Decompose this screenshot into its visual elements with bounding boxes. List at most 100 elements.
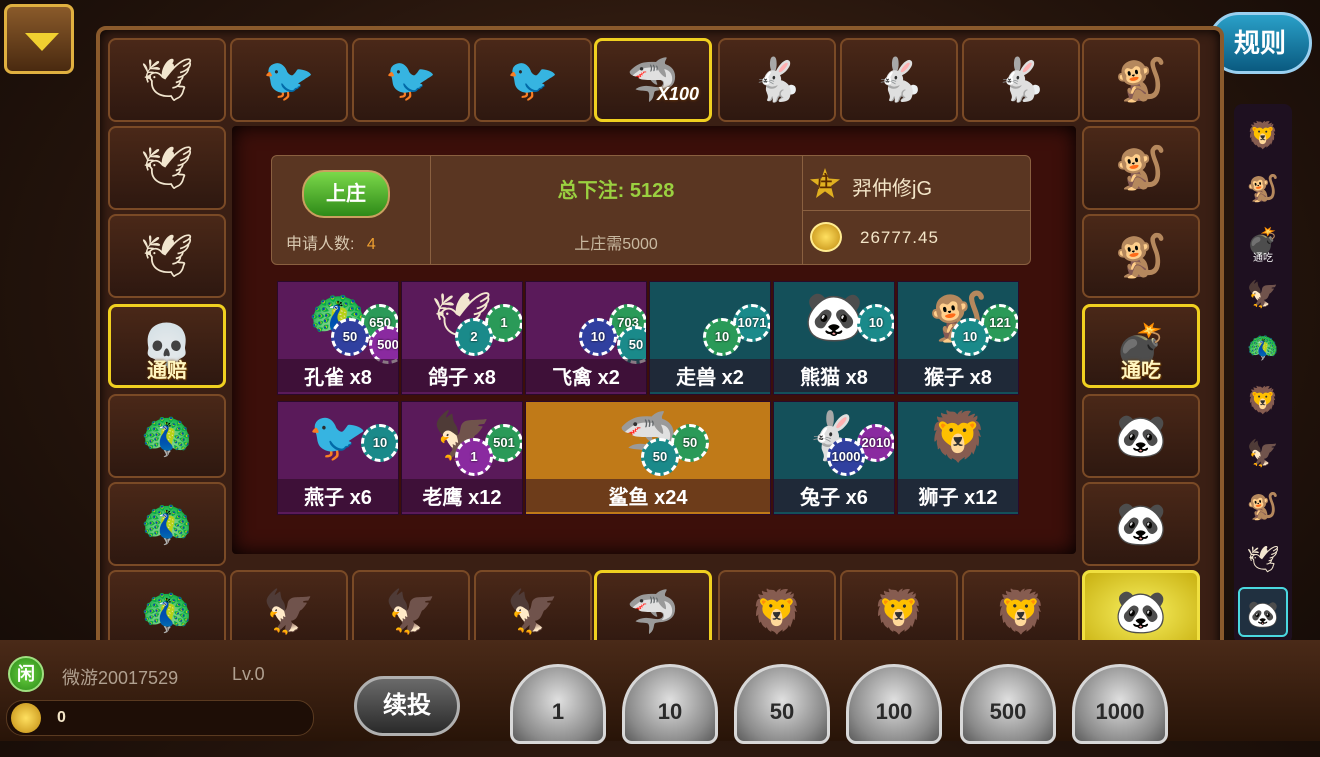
bet-tile-label: 飞禽 x2 bbox=[526, 359, 646, 392]
bet-chip: 2 bbox=[455, 318, 493, 356]
bet-tile[interactable]: 🦚 650 50 500 孔雀 x8 bbox=[277, 281, 399, 395]
ring-cell-swallow: 🐦 bbox=[230, 38, 348, 122]
history-sidebar: 🦁 🐒 💣 通吃 🦅 🦚 🦁 🦅 🐒 🕊 🐼 bbox=[1234, 104, 1292, 644]
bet-tile[interactable]: 🦈 50 50 鲨鱼 x24 bbox=[525, 401, 771, 515]
apply-banker-button[interactable]: 上庄 bbox=[302, 170, 390, 218]
history-item: 🐒 bbox=[1238, 481, 1288, 531]
coin-icon bbox=[810, 222, 842, 252]
player-coins: 0 bbox=[57, 709, 66, 726]
history-item: 🐒 bbox=[1238, 163, 1288, 213]
bet-tile[interactable]: 🕊 1 2 鸽子 x8 bbox=[401, 281, 523, 395]
history-item: 🦁 bbox=[1238, 375, 1288, 425]
ring-cell-peacock: 🦚 bbox=[108, 482, 226, 566]
bet-tile-label: 鲨鱼 x24 bbox=[526, 479, 770, 512]
bet-chip-value: 10 bbox=[590, 329, 606, 344]
ring-cell-monkey: 🐒 bbox=[1082, 38, 1200, 122]
history-item: 🦚 bbox=[1238, 322, 1288, 372]
bet-tile[interactable]: 703 10 50 飞禽 x2 bbox=[525, 281, 647, 395]
history-animal-icon: 🐒 bbox=[1246, 491, 1280, 521]
bet-chip-value: 50 bbox=[682, 435, 698, 450]
ring-cell-rabbit: 🐇 bbox=[840, 38, 958, 122]
bet-chip: 10 bbox=[951, 318, 989, 356]
multiplier-label: X100 bbox=[656, 84, 699, 104]
history-animal-icon: 🦅 bbox=[1246, 438, 1280, 468]
history-item: 🦅 bbox=[1238, 428, 1288, 478]
lion-icon: 🦁 bbox=[872, 588, 926, 635]
bet-tile[interactable]: 🦅 501 1 老鹰 x12 bbox=[401, 401, 523, 515]
ring-cell-label: 通赔 bbox=[147, 360, 187, 382]
banker-info-panel: 上庄 申请人数: 4 总下注: 5128 上庄需5000 庄 羿仲修jG 267… bbox=[271, 155, 1031, 265]
history-item: 💣 通吃 bbox=[1238, 216, 1288, 266]
bet-chip-value: 10 bbox=[868, 315, 884, 330]
menu-dropdown-button[interactable] bbox=[4, 4, 74, 74]
history-animal-icon: 💣 bbox=[1246, 226, 1280, 256]
ring-cell-label: 通吃 bbox=[1121, 360, 1161, 382]
dove-icon: 🕊 bbox=[140, 56, 194, 103]
swallow-icon: 🐦 bbox=[262, 56, 316, 103]
banker-requirement: 上庄需5000 bbox=[574, 236, 658, 253]
bet-chip: 10 bbox=[579, 318, 617, 356]
dove-icon: 🕊 bbox=[140, 144, 194, 191]
bet-tile[interactable]: 🐼 10 熊猫 x8 bbox=[773, 281, 895, 395]
swallow-icon: 🐦 bbox=[384, 56, 438, 103]
bet-chip-value: 10 bbox=[962, 329, 978, 344]
history-item: 🕊 bbox=[1238, 534, 1288, 584]
bet-tile[interactable]: 1071 10 走兽 x2 bbox=[649, 281, 771, 395]
rabbit-icon: 🐇 bbox=[750, 56, 804, 103]
bet-chip-value: 1 bbox=[470, 449, 478, 464]
eagle-icon: 🦅 bbox=[384, 588, 438, 635]
history-animal-icon: 🦁 bbox=[1246, 385, 1280, 415]
eagle-icon: 🦅 bbox=[262, 588, 316, 635]
chevron-down-icon bbox=[25, 33, 59, 51]
ring-cell-swallow: 🐦 bbox=[352, 38, 470, 122]
bet-tile[interactable]: 🦁 狮子 x12 bbox=[897, 401, 1019, 515]
bet-chip: 50 bbox=[641, 438, 679, 476]
ring-cell-monkey: 🐒 bbox=[1082, 214, 1200, 298]
history-animal-icon: 🦚 bbox=[1246, 332, 1280, 362]
ring-cell-peacock: 🦚 bbox=[108, 394, 226, 478]
bet-chip: 1 bbox=[455, 438, 493, 476]
bet-tile[interactable]: 🐇 2010 1000 兔子 x6 bbox=[773, 401, 895, 515]
bet-grid: 🦚 650 50 500 孔雀 x8 🕊 1 2 鸽子 x8 703 10 50 飞禽 x2 1071 10… bbox=[277, 281, 1023, 515]
banker-star-icon: 庄 bbox=[810, 168, 840, 198]
panda-icon: 🐼 bbox=[1114, 412, 1168, 459]
history-animal-icon: 🕊 bbox=[1246, 544, 1280, 574]
ring-cell-panda: 🐼 bbox=[1082, 394, 1200, 478]
bet-tile[interactable]: 🐦 10 燕子 x6 bbox=[277, 401, 399, 515]
ring-cell-dove: 🕊 bbox=[108, 126, 226, 210]
coin-icon bbox=[11, 703, 41, 733]
ring-cell-dove: 🕊 bbox=[108, 214, 226, 298]
bet-tile[interactable]: 🐒 121 10 猴子 x8 bbox=[897, 281, 1019, 395]
ring-cell-shark: 🦈 X100 bbox=[594, 38, 712, 122]
history-animal-icon: 🦅 bbox=[1246, 279, 1280, 309]
dove-icon: 🕊 bbox=[140, 232, 194, 279]
banker-apply-section: 上庄 申请人数: 4 bbox=[272, 156, 431, 264]
banker-coins-row: 26777.45 bbox=[802, 210, 1030, 264]
peacock-icon: 🦚 bbox=[140, 588, 194, 635]
rabbit-icon: 🐇 bbox=[872, 56, 926, 103]
bet-chip-value: 1 bbox=[500, 315, 508, 330]
total-bet-label: 总下注: bbox=[557, 180, 625, 202]
bet-animal-icon: 🦁 bbox=[928, 411, 988, 464]
peacock-icon: 🦚 bbox=[140, 412, 194, 459]
peacock-icon: 🦚 bbox=[140, 500, 194, 547]
bet-summary-section: 总下注: 5128 上庄需5000 bbox=[430, 156, 803, 264]
bet-chip: 10 bbox=[703, 318, 741, 356]
bet-chip: 50 bbox=[331, 318, 369, 356]
player-level: Lv.0 bbox=[232, 664, 265, 684]
swallow-icon: 🐦 bbox=[506, 56, 560, 103]
bet-tile-label: 熊猫 x8 bbox=[774, 359, 894, 392]
ring-cell-bomb: 💣 通吃 bbox=[1082, 304, 1200, 388]
bet-chip-value: 1000 bbox=[831, 449, 861, 464]
bet-tile-label: 燕子 x6 bbox=[278, 479, 398, 512]
history-animal-icon: 🐒 bbox=[1246, 173, 1280, 203]
ring-cell-panda: 🐼 bbox=[1082, 482, 1200, 566]
bet-tile-label: 狮子 x12 bbox=[898, 479, 1018, 512]
total-bet-value: 5128 bbox=[629, 180, 675, 202]
player-coins-bar: 0 bbox=[6, 700, 314, 736]
banker-name: 羿仲修jG bbox=[852, 178, 932, 200]
bet-chip-value: 10 bbox=[714, 329, 730, 344]
rebet-button[interactable]: 续投 bbox=[354, 676, 460, 736]
bet-chip: 10 bbox=[857, 304, 894, 342]
bet-chip-value: 501 bbox=[493, 435, 515, 450]
